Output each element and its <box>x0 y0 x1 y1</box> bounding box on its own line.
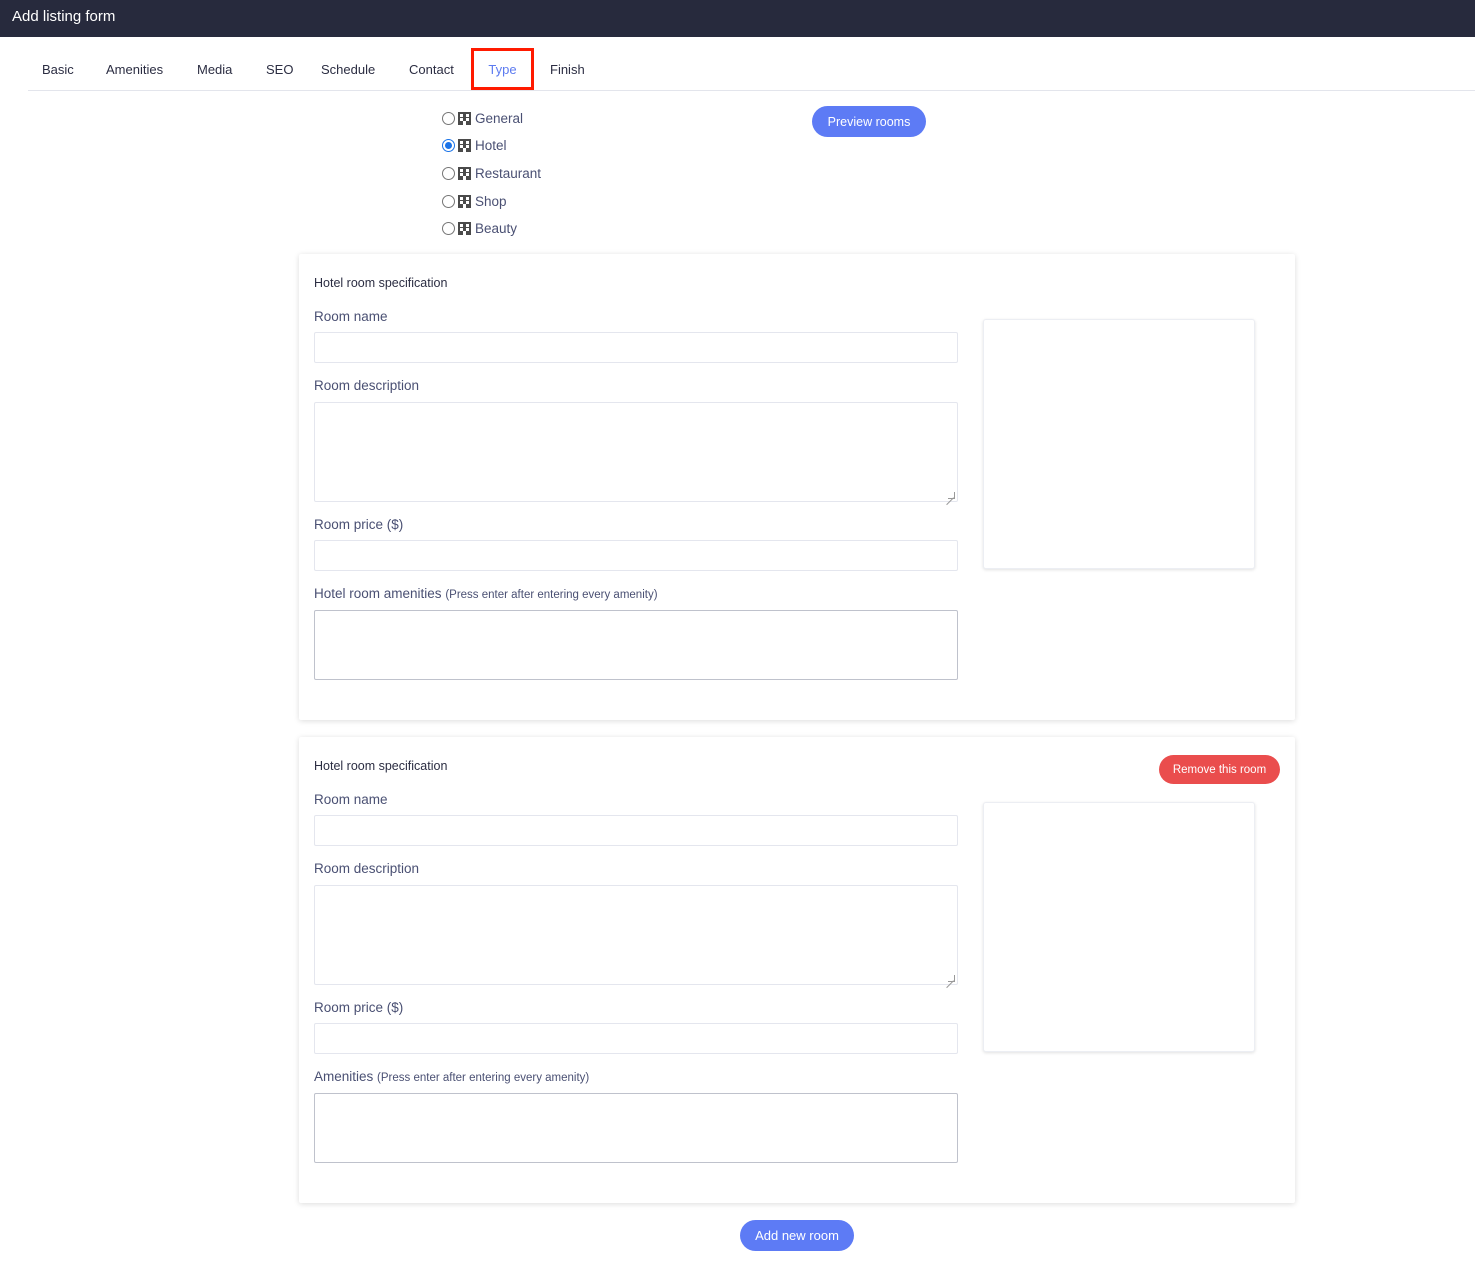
tab-basic[interactable]: Basic <box>42 48 74 90</box>
resize-handle-icon[interactable] <box>948 492 955 499</box>
room-name-input[interactable] <box>314 815 958 846</box>
radio-button-checked[interactable] <box>442 138 455 152</box>
building-icon <box>458 194 471 208</box>
add-new-room-button[interactable]: Add new room <box>740 1220 854 1251</box>
tab-contact[interactable]: Contact <box>409 48 454 90</box>
room-card-title: Hotel room specification <box>314 276 448 290</box>
radio-button[interactable] <box>442 194 455 208</box>
radio-label: Restaurant <box>475 165 542 181</box>
radio-option-hotel[interactable]: Hotel <box>442 135 507 155</box>
header-bar: Add listing form <box>0 0 1475 37</box>
room-description-label: Room description <box>314 861 420 876</box>
radio-button[interactable] <box>442 166 455 180</box>
tab-finish[interactable]: Finish <box>550 48 585 90</box>
room-amenities-label-text: Amenities <box>314 1069 374 1084</box>
preview-rooms-button[interactable]: Preview rooms <box>812 106 926 137</box>
room-card: Hotel room specification Room name Room … <box>299 254 1295 720</box>
room-card: Hotel room specification Remove this roo… <box>299 737 1295 1203</box>
building-icon <box>458 166 471 180</box>
room-amenities-hint: (Press enter after entering every amenit… <box>377 1072 590 1084</box>
room-image-upload[interactable] <box>983 319 1255 569</box>
room-image-upload[interactable] <box>983 802 1255 1052</box>
room-description-label: Room description <box>314 378 420 393</box>
room-name-label: Room name <box>314 792 388 807</box>
room-amenities-hint: (Press enter after entering every amenit… <box>445 589 658 601</box>
resize-handle-icon[interactable] <box>948 975 955 982</box>
page-title: Add listing form <box>12 8 116 25</box>
room-price-input[interactable] <box>314 540 958 571</box>
room-amenities-input[interactable] <box>314 610 958 680</box>
tab-media[interactable]: Media <box>197 48 232 90</box>
building-icon <box>458 111 471 125</box>
tab-type[interactable]: Type <box>471 48 534 90</box>
room-amenities-label: Amenities (Press enter after entering ev… <box>314 1069 589 1084</box>
radio-button[interactable] <box>442 221 455 235</box>
remove-room-button[interactable]: Remove this room <box>1159 755 1280 784</box>
radio-option-beauty[interactable]: Beauty <box>442 218 517 238</box>
tab-amenities[interactable]: Amenities <box>106 48 163 90</box>
radio-label: Hotel <box>475 137 507 153</box>
radio-label: Shop <box>475 193 507 209</box>
room-name-input[interactable] <box>314 332 958 363</box>
building-icon <box>458 138 471 152</box>
tab-schedule[interactable]: Schedule <box>321 48 375 90</box>
radio-button[interactable] <box>442 111 455 125</box>
room-price-label: Room price ($) <box>314 1000 404 1015</box>
form-tabs: Basic Amenities Media SEO Schedule Conta… <box>28 48 1475 91</box>
building-icon <box>458 221 471 235</box>
room-price-label: Room price ($) <box>314 517 404 532</box>
radio-option-general[interactable]: General <box>442 108 523 128</box>
radio-option-restaurant[interactable]: Restaurant <box>442 163 541 183</box>
tab-seo[interactable]: SEO <box>266 48 293 90</box>
room-description-textarea[interactable] <box>314 885 958 985</box>
room-amenities-label-text: Hotel room amenities <box>314 586 442 601</box>
room-name-label: Room name <box>314 309 388 324</box>
radio-option-shop[interactable]: Shop <box>442 191 507 211</box>
room-description-textarea[interactable] <box>314 402 958 502</box>
radio-label: Beauty <box>475 220 518 236</box>
radio-label: General <box>475 110 524 126</box>
room-amenities-label: Hotel room amenities (Press enter after … <box>314 586 658 601</box>
room-price-input[interactable] <box>314 1023 958 1054</box>
room-amenities-input[interactable] <box>314 1093 958 1163</box>
room-card-title: Hotel room specification <box>314 759 448 773</box>
